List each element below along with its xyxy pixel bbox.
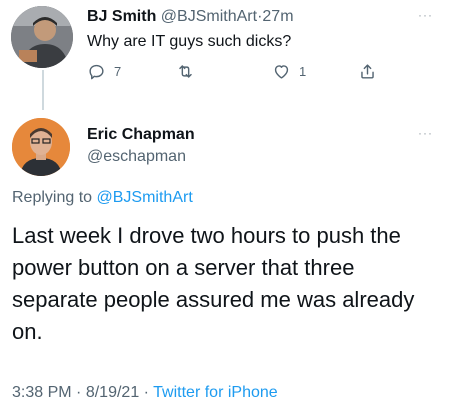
like-count: 1 <box>299 64 307 79</box>
reply-more-options-button[interactable]: ··· <box>418 8 433 22</box>
heart-icon <box>274 65 289 79</box>
meta-separator-2: · <box>143 384 149 401</box>
thread-connector-line <box>42 70 44 110</box>
tweet-time[interactable]: 3:38 PM <box>12 384 72 401</box>
main-author-handle[interactable]: @eschapman <box>87 148 186 166</box>
reply-count: 7 <box>114 64 122 79</box>
main-author-name[interactable]: Eric Chapman <box>87 126 195 144</box>
eric-chapman-avatar[interactable] <box>12 118 70 176</box>
reply-author-handle[interactable]: @BJSmithArt <box>161 8 257 25</box>
reply-tweet-header: BJ Smith @BJSmithArt·27m <box>87 8 294 26</box>
reply-tweet-text: Why are IT guys such dicks? <box>87 33 292 50</box>
meta-separator-1: · <box>76 384 82 401</box>
bj-smith-avatar[interactable] <box>11 6 73 68</box>
retweet-icon <box>179 65 192 78</box>
retweet-button[interactable] <box>176 62 203 81</box>
tweet-date[interactable]: 8/19/21 <box>86 384 139 401</box>
reply-time-ago[interactable]: 27m <box>262 8 293 25</box>
main-more-options-button[interactable]: ··· <box>418 126 433 140</box>
reply-icon <box>89 64 104 80</box>
reply-author-name[interactable]: BJ Smith <box>87 8 156 25</box>
tweet-source-link[interactable]: Twitter for iPhone <box>153 384 278 401</box>
share-button[interactable] <box>358 62 377 81</box>
tweet-metadata: 3:38 PM · 8/19/21 · Twitter for iPhone <box>12 384 278 402</box>
replying-to: Replying to @BJSmithArt <box>12 189 193 207</box>
share-icon <box>361 64 374 79</box>
main-tweet-text: Last week I drove two hours to push the … <box>12 223 415 344</box>
replying-to-handle-link[interactable]: @BJSmithArt <box>97 189 193 206</box>
replying-to-prefix: Replying to <box>12 189 93 206</box>
like-button[interactable]: 1 <box>272 62 306 81</box>
reply-button[interactable]: 7 <box>87 62 121 81</box>
